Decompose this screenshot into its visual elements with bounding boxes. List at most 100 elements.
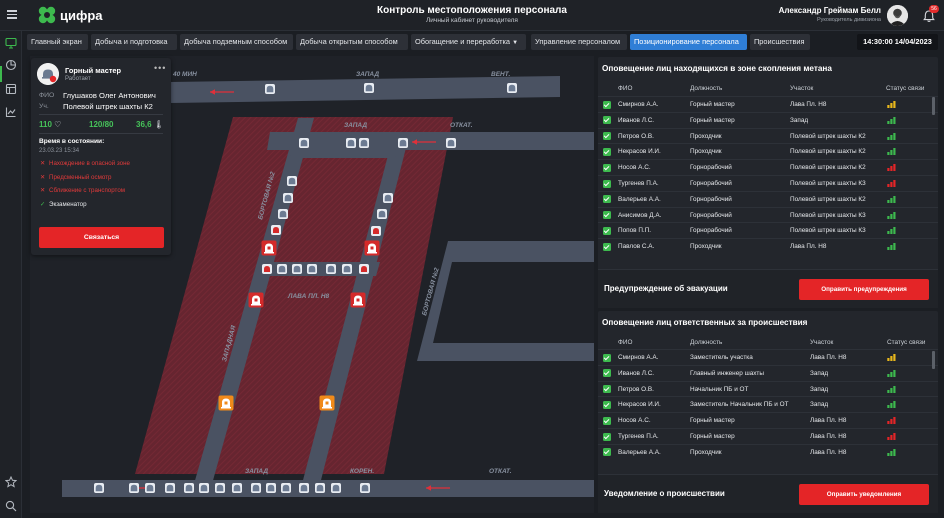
- pie-chart-icon[interactable]: [5, 59, 17, 71]
- map-label: ЗАПАД: [344, 122, 367, 129]
- row-checkbox[interactable]: [603, 385, 611, 394]
- worker-pin-alert: [262, 264, 272, 274]
- table-row[interactable]: Иванов Л.С. Горный мастер Запад: [598, 111, 938, 128]
- worker-pin: [358, 137, 370, 149]
- incident-footer-title: Уведомление о происшествии: [604, 489, 725, 498]
- cell-fio: Анисимов Д.А.: [618, 211, 662, 219]
- worker-pin: [128, 482, 140, 494]
- row-checkbox[interactable]: [603, 147, 611, 156]
- tab-personnel[interactable]: Управление персоналом: [531, 34, 627, 50]
- cell-area: Полевой штрек шахты К2: [790, 148, 866, 156]
- row-checkbox[interactable]: [603, 432, 611, 441]
- divider: [39, 114, 163, 115]
- methane-panel-title: Оповещение лиц находящихся в зоне скопле…: [602, 64, 832, 73]
- row-checkbox[interactable]: [603, 116, 611, 125]
- calendar-icon[interactable]: [5, 83, 17, 95]
- scrollbar[interactable]: [932, 97, 935, 115]
- table-row[interactable]: Некрасов И.И. Заместитель Начальник ПБ и …: [598, 396, 938, 412]
- row-checkbox[interactable]: [603, 416, 611, 425]
- incident-footer: Уведомление о происшествии Оправить увед…: [598, 474, 938, 513]
- table-header: ФИО Должность Участок Статус связи: [618, 85, 925, 92]
- warning-beacon: [319, 395, 335, 411]
- table-row[interactable]: Иванов Л.С. Главный инженер шахты Запад: [598, 364, 938, 381]
- line-chart-icon[interactable]: [5, 106, 17, 118]
- contact-button[interactable]: Связаться: [39, 227, 164, 248]
- check-pre-shift: ✕ Предсменный осмотр: [40, 174, 112, 181]
- cell-fio: Валерьев А.А.: [618, 448, 661, 456]
- row-checkbox[interactable]: [603, 179, 611, 188]
- table-row[interactable]: Валерьев А.А. Проходчик Лава Пл. Н8: [598, 443, 938, 460]
- table-row[interactable]: Петров О.В. Проходчик Полевой штрек шахты …: [598, 127, 938, 144]
- cross-icon: ✕: [40, 174, 46, 181]
- row-checkbox[interactable]: [603, 369, 611, 378]
- worker-pin: [345, 137, 357, 149]
- table-row[interactable]: Валерьев А.А. Горнорабочий Полевой штрек ш…: [598, 190, 938, 207]
- methane-alarm: [350, 292, 366, 308]
- avatar[interactable]: [887, 5, 908, 26]
- tab-positioning[interactable]: Позиционирование персонала: [630, 34, 747, 50]
- table-row[interactable]: Носов А.С. Горнорабочий Полевой штрек шахт…: [598, 159, 938, 175]
- app-root: цифра Контроль местоположения персонала …: [0, 0, 944, 518]
- more-icon[interactable]: •••: [154, 63, 166, 73]
- search-icon[interactable]: [5, 500, 17, 512]
- row-checkbox[interactable]: [603, 132, 611, 141]
- tab-mining-prep[interactable]: Добыча и подготовка: [91, 34, 177, 50]
- table-row[interactable]: Павлов С.А. Проходчик Лава Пл. Н8: [598, 238, 938, 254]
- notification-badge: 56: [929, 5, 939, 13]
- check-danger-zone: ✕ Нахождение в опасной зоне: [40, 160, 130, 167]
- star-icon[interactable]: [5, 476, 17, 488]
- table-row[interactable]: Смирнов А.А. Заместитель участка Лава Пл. …: [598, 349, 938, 365]
- row-checkbox[interactable]: [603, 163, 611, 172]
- table-row[interactable]: Носов А.С. Горный мастер Лава Пл. Н8: [598, 412, 938, 428]
- table-row[interactable]: Попов П.П. Горнорабочий Полевой штрек шахт…: [598, 222, 938, 238]
- warning-beacon: [218, 395, 234, 411]
- row-checkbox[interactable]: [603, 211, 611, 220]
- tab-processing[interactable]: Обогащение и переработка ▼: [411, 34, 526, 50]
- tab-open-pit[interactable]: Добыча открытым способом: [296, 34, 408, 50]
- worker-pin-alert: [271, 225, 281, 235]
- cell-position: Горнорабочий: [690, 227, 732, 235]
- row-checkbox[interactable]: [603, 400, 611, 409]
- signal-status-icon: [887, 401, 896, 409]
- table-row[interactable]: Некрасов И.И. Проходчик Полевой штрек шахт…: [598, 143, 938, 159]
- row-checkbox[interactable]: [603, 353, 611, 362]
- signal-status-icon: [887, 211, 896, 219]
- cell-position: Горнорабочий: [690, 211, 732, 219]
- menu-icon[interactable]: [7, 10, 17, 19]
- cell-area: Полевой штрек шахты К2: [790, 164, 866, 172]
- cell-position: Проходчик: [690, 243, 722, 251]
- worker-pin: [330, 482, 342, 494]
- worker-pin: [250, 482, 262, 494]
- cell-position: Горный мастер: [690, 101, 735, 108]
- worker-pin: [286, 175, 298, 187]
- tab-underground[interactable]: Добыча подземным способом: [180, 34, 293, 50]
- tab-main[interactable]: Главный экран: [27, 34, 88, 50]
- scrollbar[interactable]: [932, 351, 935, 369]
- cell-area: Лава Пл. Н8: [810, 417, 847, 425]
- cell-position: Главный инженер шахты: [690, 369, 764, 377]
- cell-fio: Попов П.П.: [618, 227, 652, 235]
- row-checkbox[interactable]: [603, 242, 611, 251]
- table-row[interactable]: Тургенев П.А. Горнорабочий Полевой штрек ш…: [598, 175, 938, 191]
- cell-area: Лава Пл. Н8: [810, 354, 847, 361]
- monitor-icon[interactable]: [5, 37, 17, 49]
- send-warnings-button[interactable]: Оправить предупреждения: [799, 279, 929, 300]
- map-label: ЗАПАД: [356, 71, 379, 78]
- row-checkbox[interactable]: [603, 100, 611, 109]
- rail-active-indicator: [0, 66, 2, 82]
- user-name[interactable]: Александр Греймам Белл: [779, 6, 881, 15]
- table-row[interactable]: Смирнов А.А. Горный мастер Лава Пл. Н8: [598, 96, 938, 112]
- methane-alarm: [261, 240, 277, 256]
- table-row[interactable]: Петров О.В. Начальник ПБ и ОТ Запад: [598, 380, 938, 397]
- worker-pin: [280, 482, 292, 494]
- tab-incidents[interactable]: Происшествия: [750, 34, 810, 50]
- send-notifications-button[interactable]: Оправить уведомления: [799, 484, 929, 505]
- row-checkbox[interactable]: [603, 448, 611, 457]
- logo-text: цифра: [60, 8, 103, 23]
- row-checkbox[interactable]: [603, 226, 611, 235]
- signal-status-icon: [887, 433, 896, 440]
- table-row[interactable]: Анисимов Д.А. Горнорабочий Полевой штрек ш…: [598, 206, 938, 223]
- table-row[interactable]: Тургенев П.А. Горный мастер Лава Пл. Н8: [598, 428, 938, 444]
- row-checkbox[interactable]: [603, 195, 611, 204]
- signal-status-icon: [887, 369, 896, 377]
